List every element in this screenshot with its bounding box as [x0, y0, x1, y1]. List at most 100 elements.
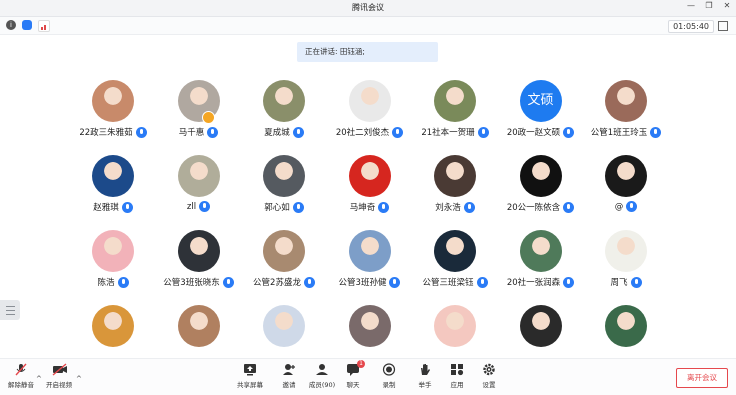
participant-tile[interactable]: 公管3班张晓东	[156, 230, 242, 288]
mic-icon	[563, 126, 575, 138]
mic-icon	[222, 276, 234, 288]
participant-tile[interactable]: 22政三朱雅茹	[70, 80, 156, 138]
participant-tile[interactable]	[156, 305, 242, 347]
mic-icon	[392, 126, 404, 138]
avatar	[177, 155, 220, 197]
participant-tile[interactable]	[412, 305, 498, 347]
start-video-button[interactable]: 开启视频	[42, 363, 76, 389]
participant-tile[interactable]: 陈浩	[70, 230, 156, 288]
start-video-label: 开启视频	[46, 381, 72, 389]
chat-icon: 1	[346, 360, 365, 376]
invite-button[interactable]: 邀请	[272, 363, 306, 389]
avatar	[434, 155, 476, 197]
avatar	[434, 230, 476, 272]
avatar	[177, 230, 220, 272]
hand-icon	[418, 363, 432, 376]
list-toggle-icon[interactable]	[0, 300, 20, 320]
participant-name-row: 马坤奇	[327, 201, 413, 213]
avatar	[605, 230, 647, 272]
participant-name-row: 20政一赵文硕	[498, 126, 584, 138]
participant-tile[interactable]: 公管3班孙健	[327, 230, 413, 288]
avatar	[348, 80, 391, 122]
invite-label: 邀请	[282, 381, 296, 389]
avatar	[519, 155, 562, 197]
participant-name-row: 赵雅琪	[70, 201, 156, 213]
info-icon[interactable]: i	[6, 20, 16, 30]
restore-icon[interactable]: ❐	[704, 1, 714, 10]
participant-name-row: 公管3班张晓东	[156, 276, 242, 288]
participant-tile[interactable]: 20社一张润森	[498, 230, 584, 288]
participant-name: 周飞	[610, 278, 628, 288]
minimize-icon[interactable]: —	[686, 1, 696, 10]
avatar	[92, 155, 134, 197]
participant-tile[interactable]: 赵雅琪	[70, 155, 156, 213]
window-title: 腾讯会议	[352, 3, 384, 12]
mic-icon	[463, 201, 475, 213]
participant-tile[interactable]	[70, 305, 156, 347]
participant-name: 20社二刘俊杰	[335, 128, 390, 138]
participant-tile[interactable]: 20社二刘俊杰	[327, 80, 413, 138]
participant-tile[interactable]: @	[583, 155, 669, 212]
participant-tile[interactable]: zll	[156, 155, 242, 212]
record-button[interactable]: 录制	[372, 363, 406, 389]
participant-name-row: 刘永浩	[412, 201, 498, 213]
mic-icon	[563, 201, 575, 213]
participant-tile[interactable]: 20公一陈依含	[498, 155, 584, 213]
participant-name: 马坤奇	[349, 203, 376, 213]
unmute-button[interactable]: 解除静音	[4, 363, 38, 389]
raise-hand-button[interactable]: 举手	[408, 363, 442, 389]
participant-name: 郭心如	[264, 203, 290, 213]
participant-tile[interactable]: 公管2苏盛龙	[241, 230, 327, 288]
signal-icon[interactable]	[38, 20, 50, 32]
participant-tile[interactable]	[583, 305, 669, 347]
shield-icon[interactable]	[22, 20, 32, 30]
participant-name: 公管三班梁钰	[422, 278, 474, 288]
camera-off-icon	[52, 363, 67, 376]
avatar	[177, 305, 220, 347]
participant-tile[interactable]	[498, 305, 584, 347]
close-icon[interactable]: ✕	[722, 1, 732, 10]
invite-icon	[282, 363, 296, 376]
participant-tile[interactable]	[327, 305, 413, 347]
participant-tile[interactable]: 文硕 20政一赵文硕	[498, 80, 584, 138]
participant-tile[interactable]: 夏成城	[241, 80, 327, 138]
fullscreen-icon[interactable]	[718, 21, 728, 31]
mic-options-chevron-icon[interactable]: ^	[36, 375, 42, 383]
participant-name: 公管3班孙健	[338, 278, 387, 288]
participant-name: 20政一赵文硕	[506, 128, 561, 138]
participant-tile[interactable]: 21社本一贺珊	[412, 80, 498, 138]
participant-tile[interactable]: 马坤奇	[327, 155, 413, 213]
participant-tile[interactable]: 公管1班王玲玉	[583, 80, 669, 138]
video-options-chevron-icon[interactable]: ^	[76, 375, 82, 383]
participant-name: 夏成城	[264, 128, 290, 138]
participant-tile[interactable]	[241, 305, 327, 347]
meeting-toolbar: 解除静音 ^ 开启视频 ^ 共享屏幕 邀请 成员(90) 1 聊天 录制 举手 …	[0, 358, 736, 395]
participant-name: 公管3班张晓东	[163, 278, 220, 288]
participant-tile[interactable]: 周飞	[583, 230, 669, 288]
mic-icon	[121, 201, 133, 213]
participant-name-row: 21社本一贺珊	[412, 126, 498, 138]
participant-name-row: @	[583, 201, 669, 212]
share-screen-button[interactable]: 共享屏幕	[233, 363, 267, 389]
mic-icon	[199, 201, 211, 212]
participant-name-row: 陈浩	[70, 276, 156, 288]
participant-name-row: 22政三朱雅茹	[70, 126, 156, 138]
settings-button[interactable]: 设置	[472, 363, 506, 389]
chat-button[interactable]: 1 聊天	[336, 360, 370, 389]
mic-icon	[135, 126, 147, 138]
avatar	[92, 230, 134, 272]
participant-tile[interactable]: 公管三班梁钰	[412, 230, 498, 288]
apps-button[interactable]: 应用	[440, 363, 474, 389]
mic-off-icon	[14, 363, 28, 376]
gear-icon	[482, 363, 496, 376]
participant-tile[interactable]: 刘永浩	[412, 155, 498, 213]
members-button[interactable]: 成员(90)	[305, 363, 339, 389]
participant-tile[interactable]: 马千惠	[156, 80, 242, 138]
participant-name: 20社一张润森	[506, 278, 561, 288]
avatar	[92, 80, 134, 122]
leave-meeting-button[interactable]: 离开会议	[676, 368, 728, 388]
mic-icon	[117, 276, 129, 288]
participant-name-row: 马千惠	[156, 126, 242, 138]
host-badge-icon	[201, 111, 215, 124]
participant-tile[interactable]: 郭心如	[241, 155, 327, 213]
